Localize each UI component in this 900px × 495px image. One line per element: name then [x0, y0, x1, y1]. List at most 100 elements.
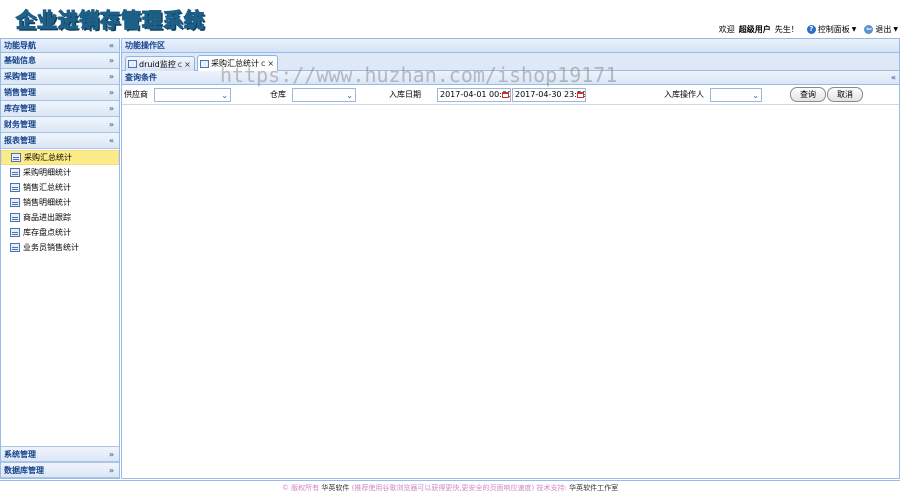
menu-item-purchase-summary[interactable]: 采购汇总统计 — [1, 150, 119, 165]
warehouse-select[interactable]: ⌄ — [292, 88, 356, 102]
sidebar-section-reports[interactable]: 报表管理 « — [1, 133, 119, 149]
magnifier-icon — [10, 228, 20, 237]
date-label: 入库日期 — [389, 90, 421, 99]
menu-item-sales-detail[interactable]: 销售明细统计 — [1, 195, 119, 210]
sidebar-section-inventory[interactable]: 库存管理 » — [1, 101, 119, 117]
app-header: 企业进销存管理系统 欢迎 超级用户 先生！ ? 控制面板 ▼ ⇦ 退出 ▼ — [0, 0, 900, 38]
collapse-left-icon[interactable]: « — [109, 39, 114, 53]
query-form: 供应商 ⌄ 仓库 ⌄ 入库日期 2017-04-01 00:00: 2017-0… — [122, 85, 899, 105]
date-end-value: 2017-04-30 23:59: — [515, 90, 586, 99]
query-title: 查询条件 — [125, 73, 157, 82]
sidebar: 功能导航 « 基础信息 » 采购管理 » 销售管理 » 库存管理 » 财务管理 … — [0, 38, 120, 479]
calendar-icon[interactable] — [577, 92, 584, 98]
cancel-button[interactable]: 取消 — [827, 87, 863, 102]
footer-copyright: © 版权所有 — [281, 484, 320, 492]
calendar-icon[interactable] — [502, 92, 509, 98]
supplier-select[interactable]: ⌄ — [154, 88, 231, 102]
chevron-down-icon: ⌄ — [752, 91, 759, 100]
welcome-text: 欢迎 — [718, 24, 735, 34]
menu-item-stock-check[interactable]: 库存盘点统计 — [1, 225, 119, 240]
refresh-icon[interactable]: c — [178, 58, 182, 71]
sidebar-section-finance[interactable]: 财务管理 » — [1, 117, 119, 133]
table-icon — [10, 168, 20, 177]
report-content-area — [122, 106, 899, 478]
query-panel-header: 查询条件 « — [122, 71, 899, 85]
expand-down-icon: » — [108, 104, 114, 113]
close-icon[interactable]: × — [184, 58, 191, 71]
chevron-down-icon: ⌄ — [221, 91, 228, 100]
date-end-input[interactable]: 2017-04-30 23:59: — [512, 88, 586, 102]
control-panel-label: 控制面板 — [817, 24, 850, 34]
section-label: 基础信息 — [4, 56, 36, 65]
close-icon[interactable]: × — [267, 57, 274, 70]
menu-item-salesperson-stats[interactable]: 业务员销售统计 — [1, 240, 119, 255]
date-start-input[interactable]: 2017-04-01 00:00: — [437, 88, 511, 102]
expand-down-icon: » — [108, 88, 114, 97]
chevron-down-icon: ▼ — [851, 25, 857, 33]
warehouse-label: 仓库 — [270, 90, 286, 99]
expand-down-icon: » — [108, 450, 114, 459]
menu-item-label: 销售汇总统计 — [23, 183, 71, 192]
menu-item-label: 采购汇总统计 — [24, 153, 72, 162]
supplier-label: 供应商 — [124, 90, 148, 99]
section-label: 销售管理 — [4, 88, 36, 97]
menu-item-sales-summary[interactable]: 销售汇总统计 — [1, 180, 119, 195]
section-label: 报表管理 — [4, 136, 36, 145]
logout-menu[interactable]: ⇦ 退出 ▼ — [864, 24, 898, 35]
section-label: 财务管理 — [4, 120, 36, 129]
control-panel-menu[interactable]: ? 控制面板 ▼ — [806, 24, 857, 35]
menu-item-label: 采购明细统计 — [23, 168, 71, 177]
user-bar: 欢迎 超级用户 先生！ ? 控制面板 ▼ ⇦ 退出 ▼ — [719, 22, 898, 36]
expand-down-icon: » — [108, 56, 114, 65]
footer-support-label: 技术支持: — [536, 484, 567, 492]
sidebar-section-database[interactable]: 数据库管理 » — [1, 462, 119, 478]
footer: © 版权所有 华英软件 (推荐使用谷歌浏览器可以获得更快,更安全的页面响应速度)… — [0, 480, 900, 495]
sidebar-section-purchase[interactable]: 采购管理 » — [1, 69, 119, 85]
operator-label: 入库操作人 — [664, 90, 704, 99]
chart-icon — [10, 198, 20, 207]
refresh-icon[interactable]: c — [261, 57, 265, 70]
exit-icon: ⇦ — [864, 24, 874, 34]
chevron-down-icon: ▼ — [893, 25, 898, 33]
section-label: 库存管理 — [4, 104, 36, 113]
expand-down-icon: » — [108, 120, 114, 129]
help-icon: ? — [806, 24, 816, 34]
main-title: 功能操作区 — [122, 39, 899, 53]
spreadsheet-icon — [10, 183, 20, 192]
tab-label: 采购汇总统计 — [211, 59, 259, 68]
tab-label: druid监控 — [139, 59, 176, 69]
sidebar-section-system[interactable]: 系统管理 » — [1, 446, 119, 462]
date-start-value: 2017-04-01 00:00: — [440, 90, 511, 99]
operator-select[interactable]: ⌄ — [710, 88, 762, 102]
search-button[interactable]: 查询 — [790, 87, 826, 102]
tab-strip: druid监控 c × 采购汇总统计 c × — [122, 53, 899, 71]
section-label: 数据库管理 — [4, 466, 44, 475]
app-logo: 企业进销存管理系统 — [15, 7, 205, 32]
sidebar-section-sales[interactable]: 销售管理 » — [1, 85, 119, 101]
main-panel: 功能操作区 druid监控 c × 采购汇总统计 c × 查询条件 « 供应商 … — [121, 38, 900, 479]
sidebar-title-label: 功能导航 — [4, 41, 36, 50]
footer-support: 华英软件工作室 — [569, 484, 619, 492]
report-icon — [11, 153, 21, 162]
bar-chart-icon — [10, 243, 20, 252]
collapse-up-icon[interactable]: « — [891, 71, 896, 85]
greeting-suffix: 先生！ — [774, 24, 799, 34]
sidebar-section-basic[interactable]: 基础信息 » — [1, 53, 119, 69]
chevron-down-icon: ⌄ — [346, 91, 353, 100]
menu-item-label: 销售明细统计 — [23, 198, 71, 207]
tracking-icon — [10, 213, 20, 222]
tab-icon — [128, 60, 137, 68]
menu-item-label: 商品进出跟踪 — [23, 213, 71, 222]
sidebar-title: 功能导航 « — [1, 39, 119, 53]
footer-note: (推荐使用谷歌浏览器可以获得更快,更安全的页面响应速度) — [351, 484, 535, 492]
menu-item-purchase-detail[interactable]: 采购明细统计 — [1, 165, 119, 180]
tab-icon — [200, 59, 209, 68]
tab-purchase-summary[interactable]: 采购汇总统计 c × — [197, 55, 279, 71]
tab-druid[interactable]: druid监控 c × — [125, 56, 195, 71]
collapse-up-icon: « — [108, 136, 114, 145]
menu-item-goods-tracking[interactable]: 商品进出跟踪 — [1, 210, 119, 225]
section-label: 系统管理 — [4, 450, 36, 459]
username: 超级用户 — [738, 24, 771, 34]
expand-down-icon: » — [108, 466, 114, 475]
sidebar-bottom-sections: 系统管理 » 数据库管理 » — [1, 446, 119, 478]
